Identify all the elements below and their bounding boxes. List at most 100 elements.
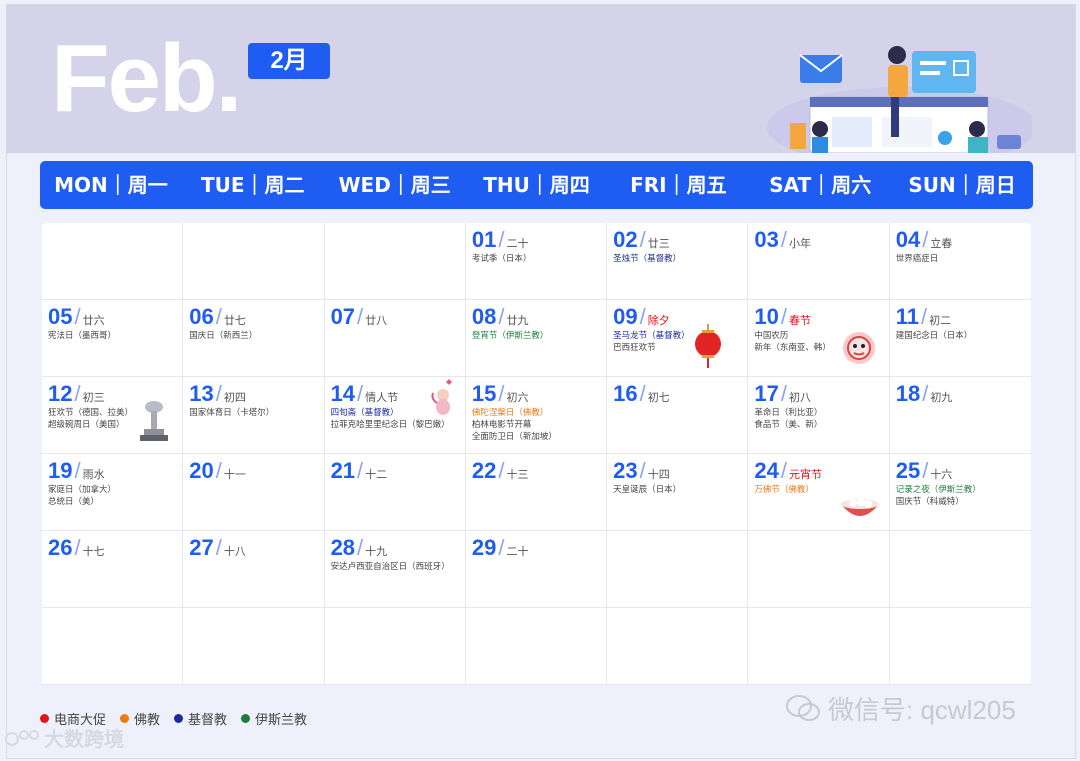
lunar-date: 除夕	[647, 315, 670, 327]
lunar-date: 廿九	[506, 315, 529, 327]
day-heading: 05/廿六	[48, 305, 176, 329]
day-cell-01[interactable]: 01/二十 考试季（日本）	[465, 223, 608, 300]
day-cell-16[interactable]: 16/初七	[607, 377, 749, 454]
day-cell-26[interactable]: 26/十七	[42, 531, 184, 608]
day-heading: 06/廿七	[189, 305, 317, 329]
empty-day-cell	[183, 223, 325, 300]
day-cell-09[interactable]: 09/除夕 圣马龙节（基督教） 巴西狂欢节	[607, 300, 749, 377]
divider-slash: /	[357, 535, 364, 560]
empty-day-cell	[42, 608, 184, 685]
day-cell-22[interactable]: 22/十三	[465, 454, 608, 531]
weekday-tue: TUE｜周二	[201, 173, 305, 197]
day-heading: 21/十二	[331, 459, 459, 483]
day-heading: 17/初八	[754, 382, 882, 406]
day-heading: 19/雨水	[48, 459, 176, 483]
event-label: 革命日（利比亚）	[754, 407, 823, 417]
day-number: 09	[613, 304, 638, 329]
day-number: 26	[48, 535, 73, 560]
lunar-date: 情人节	[365, 392, 399, 404]
divider-slash: /	[498, 304, 505, 329]
wechat-icon	[786, 694, 820, 721]
day-heading: 11/初二	[896, 305, 1025, 329]
day-cell-18[interactable]: 18/初九	[889, 377, 1031, 454]
lunar-date: 十七	[82, 546, 105, 558]
day-cell-07[interactable]: 07/廿八	[324, 300, 466, 377]
day-cell-29[interactable]: 29/二十	[465, 531, 608, 608]
day-number: 04	[895, 227, 921, 252]
day-cell-15[interactable]: 15/初六 佛陀涅槃日（佛教） 柏林电影节开幕 全面防卫日（新加坡）	[465, 377, 608, 454]
month-title: Feb.	[51, 25, 242, 132]
lunar-date: 廿三	[647, 238, 670, 250]
empty-day-cell	[748, 531, 890, 608]
day-cell-13[interactable]: 13/初四 国家体育日（卡塔尔）	[183, 377, 325, 454]
day-cell-06[interactable]: 06/廿七 国庆日（新西兰）	[183, 300, 325, 377]
divider-slash: /	[780, 227, 788, 252]
day-cell-05[interactable]: 05/廿六 宪法日（墨西哥）	[42, 300, 184, 377]
event-label: 总统日（美）	[48, 496, 100, 506]
day-number: 29	[471, 535, 497, 560]
lunar-date: 初四	[223, 392, 246, 404]
day-cell-20[interactable]: 20/十一	[183, 454, 325, 531]
day-cell-08[interactable]: 08/廿九 登宵节（伊斯兰教）	[465, 300, 608, 377]
divider-slash: /	[357, 458, 364, 483]
day-cell-02[interactable]: 02/廿三 圣烛节（基督教）	[607, 223, 749, 300]
lunar-date: 十六	[930, 469, 953, 481]
divider-slash: /	[215, 458, 222, 483]
day-cell-03[interactable]: 03/小年	[748, 223, 890, 300]
day-number: 06	[189, 304, 214, 329]
day-number: 13	[189, 381, 214, 406]
day-cell-24[interactable]: 24/元宵节 万佛节（佛教）	[748, 454, 890, 531]
empty-day-cell	[607, 531, 749, 608]
legend-label: 佛教	[134, 712, 161, 727]
weekday-sun: SUN｜周日	[908, 173, 1016, 197]
day-cell-11[interactable]: 11/初二 建国纪念日（日本）	[889, 300, 1031, 377]
lunar-date: 二十	[506, 546, 529, 558]
divider-slash: /	[922, 458, 929, 483]
day-number: 25	[895, 458, 921, 483]
trophy-icon	[134, 397, 174, 448]
lunar-date: 春节	[789, 315, 812, 327]
lunar-date: 二十	[506, 238, 529, 250]
legend-item: 基督教	[174, 709, 227, 728]
event-label: 全面防卫日（新加坡）	[471, 431, 557, 441]
lunar-date: 廿八	[365, 315, 388, 327]
lunar-date: 立春	[930, 238, 953, 250]
lunar-date: 雨水	[82, 469, 105, 481]
empty-day-cell	[183, 608, 325, 685]
day-cell-14[interactable]: 14/情人节 四旬斋（基督教） 拉菲克哈里里纪念日（黎巴嫩）	[324, 377, 466, 454]
day-number: 15	[471, 381, 497, 406]
divider-slash: /	[215, 304, 222, 329]
divider-slash: /	[639, 227, 646, 252]
day-cell-12[interactable]: 12/初三 狂欢节（德国、拉美） 超级碗周日（美国）	[42, 377, 184, 454]
divider-slash: /	[498, 381, 505, 406]
event-label: 家庭日（加拿大）	[48, 484, 117, 494]
divider-slash: /	[780, 304, 788, 329]
lunar-date: 十三	[506, 469, 529, 481]
header-banner: Feb. 2月	[7, 5, 1075, 153]
event-label: 柏林电影节开幕	[471, 419, 532, 429]
day-number: 17	[754, 381, 779, 406]
month-badge: 2月	[248, 43, 330, 79]
day-cell-21[interactable]: 21/十二	[324, 454, 466, 531]
day-cell-10[interactable]: 10/春节 中国农历 新年（东南亚、韩）	[748, 300, 890, 377]
day-number: 18	[895, 381, 921, 406]
day-cell-28[interactable]: 28/十九 安达卢西亚自治区日（西班牙）	[324, 531, 466, 608]
day-number: 03	[754, 227, 779, 252]
day-number: 19	[48, 458, 73, 483]
day-cell-25[interactable]: 25/十六 记录之夜（伊斯兰教） 国庆节（科威特）	[889, 454, 1031, 531]
day-cell-27[interactable]: 27/十八	[183, 531, 325, 608]
lunar-date: 初六	[506, 392, 529, 404]
day-cell-19[interactable]: 19/雨水 家庭日（加拿大） 总统日（美）	[42, 454, 184, 531]
day-number: 21	[330, 458, 356, 483]
tangyuan-icon	[839, 494, 881, 529]
empty-day-cell	[324, 223, 466, 300]
day-heading: 26/十七	[48, 536, 176, 560]
weekday-mon: MON｜周一	[54, 173, 168, 197]
legend-dot-icon	[40, 714, 49, 723]
event-label: 宪法日（墨西哥）	[48, 330, 117, 340]
legend-label: 伊斯兰教	[255, 712, 308, 727]
day-number: 28	[330, 535, 356, 560]
day-cell-17[interactable]: 17/初八 革命日（利比亚） 食品节（美、新）	[748, 377, 890, 454]
day-cell-23[interactable]: 23/十四 天皇诞辰（日本）	[607, 454, 749, 531]
day-cell-04[interactable]: 04/立春 世界癌症日	[889, 223, 1031, 300]
